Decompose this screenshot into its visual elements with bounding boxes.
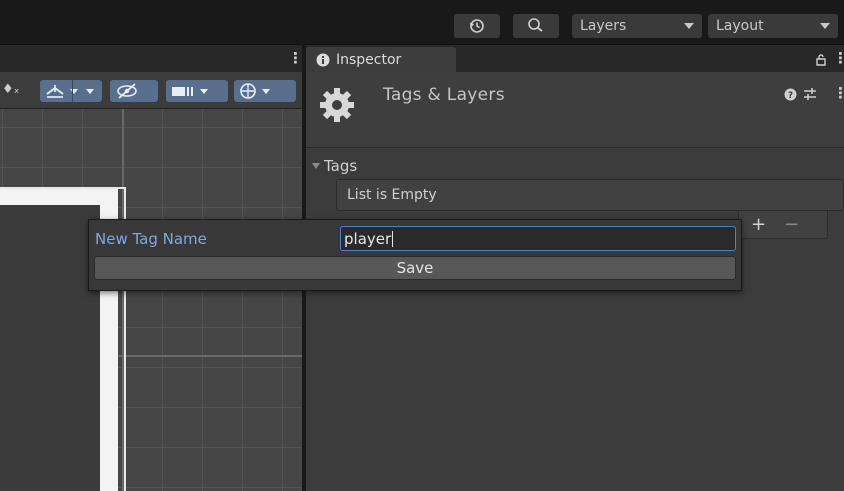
scene-toolbar: ♦ₓ (0, 72, 302, 109)
orientation-gizmo-button[interactable] (234, 80, 296, 102)
add-tag-button[interactable]: + (751, 214, 766, 235)
tags-empty-text: List is Empty (347, 187, 437, 203)
scene-viewport[interactable] (0, 109, 302, 491)
settings-gear-icon (320, 88, 354, 122)
tags-section-foldout[interactable]: Tags (312, 157, 357, 175)
foldout-arrow-icon (312, 163, 320, 169)
camera-icon (172, 87, 193, 96)
help-icon[interactable]: ? (784, 88, 797, 101)
chevron-down-icon (86, 89, 94, 94)
tags-section-label: Tags (324, 157, 358, 175)
separator (72, 80, 73, 102)
kebab-menu-icon[interactable]: ⋮ (833, 49, 844, 67)
camera-settings-button[interactable] (166, 80, 228, 102)
kebab-menu-icon[interactable]: ⋮ (288, 49, 303, 67)
orientation-gizmo-icon (240, 83, 256, 99)
save-button[interactable]: Save (94, 256, 736, 280)
search-button[interactable] (513, 14, 559, 38)
inspector-header: Tags & Layers ? ⋮ (306, 72, 844, 148)
svg-text:?: ? (788, 91, 793, 101)
tab-inspector-label: Inspector (336, 52, 402, 68)
chevron-down-icon (684, 23, 694, 29)
unity-editor-window: Layers Layout ⋮ ♦ₓ Inspector ⋮ Tags & La… (0, 0, 844, 491)
chevron-down-icon (262, 88, 270, 94)
history-icon (469, 19, 484, 33)
visibility-off-icon (117, 83, 137, 99)
info-icon (316, 53, 330, 67)
top-toolbar: Layers Layout (0, 0, 844, 44)
new-tag-name-value: player (344, 229, 392, 248)
kebab-menu-icon[interactable]: ⋮ (833, 84, 844, 102)
history-button[interactable] (454, 14, 500, 38)
layout-dropdown-label: Layout (716, 18, 764, 34)
new-tag-name-label: New Tag Name (95, 230, 207, 248)
visibility-toggle-button[interactable] (110, 80, 158, 102)
canvas-inner-area (0, 205, 100, 491)
layout-dropdown[interactable]: Layout (708, 14, 838, 38)
new-tag-popup: New Tag Name player Save (88, 219, 742, 291)
chevron-down-icon (200, 88, 208, 94)
search-icon (528, 18, 543, 32)
new-tag-name-input[interactable]: player (340, 226, 736, 251)
tags-list-footer: + − (738, 211, 828, 239)
fx-icon[interactable]: ♦ₓ (2, 82, 19, 97)
tab-inspector[interactable]: Inspector (306, 47, 456, 73)
gizmo-move-button[interactable] (40, 80, 102, 102)
tags-list: List is Empty (336, 179, 844, 211)
lock-icon[interactable] (814, 53, 828, 67)
save-button-label: Save (396, 259, 434, 277)
gizmo-move-icon (46, 85, 64, 98)
inspector-title: Tags & Layers (383, 85, 505, 105)
layers-dropdown[interactable]: Layers (572, 14, 702, 38)
layers-dropdown-label: Layers (580, 18, 627, 34)
scene-panel-header: ⋮ (0, 44, 303, 73)
inspector-tabbar: Inspector ⋮ (306, 44, 844, 73)
preset-sliders-icon[interactable] (803, 87, 817, 101)
remove-tag-button[interactable]: − (784, 214, 799, 235)
text-cursor (392, 230, 394, 247)
chevron-down-icon (820, 23, 830, 29)
